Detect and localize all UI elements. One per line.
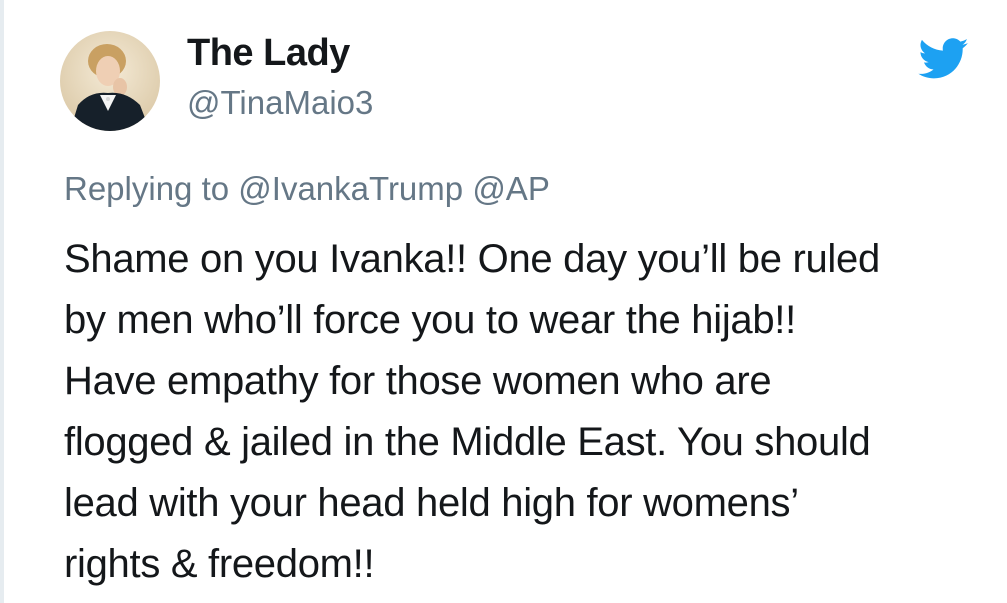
tweet-line: Have empathy for those women who are: [64, 359, 772, 403]
author-avatar[interactable]: [60, 31, 160, 131]
tweet-line: by men who’ll force you to wear the hija…: [64, 298, 796, 342]
tweet-line: flogged & jailed in the Middle East. You…: [64, 420, 871, 464]
tweet-line: Shame on you Ivanka!! One day you’ll be …: [64, 237, 880, 281]
tweet-body: Shame on you Ivanka!! One day you’ll be …: [64, 229, 984, 595]
replying-to-label: Replying to: [64, 170, 230, 207]
twitter-bird-icon[interactable]: [918, 38, 970, 80]
mention-ap[interactable]: @AP: [472, 170, 550, 207]
tweet-line: rights & freedom!!: [64, 542, 375, 586]
replying-to-line: Replying to @IvankaTrump @AP: [64, 170, 550, 208]
avatar-image: [60, 31, 160, 131]
tweet-card: The Lady @TinaMaio3 Replying to @IvankaT…: [0, 0, 1007, 603]
mention-ivankatrump[interactable]: @IvankaTrump: [238, 170, 463, 207]
author-display-name[interactable]: The Lady: [187, 32, 350, 75]
author-handle[interactable]: @TinaMaio3: [187, 84, 373, 122]
tweet-line: lead with your head held high for womens…: [64, 481, 799, 525]
